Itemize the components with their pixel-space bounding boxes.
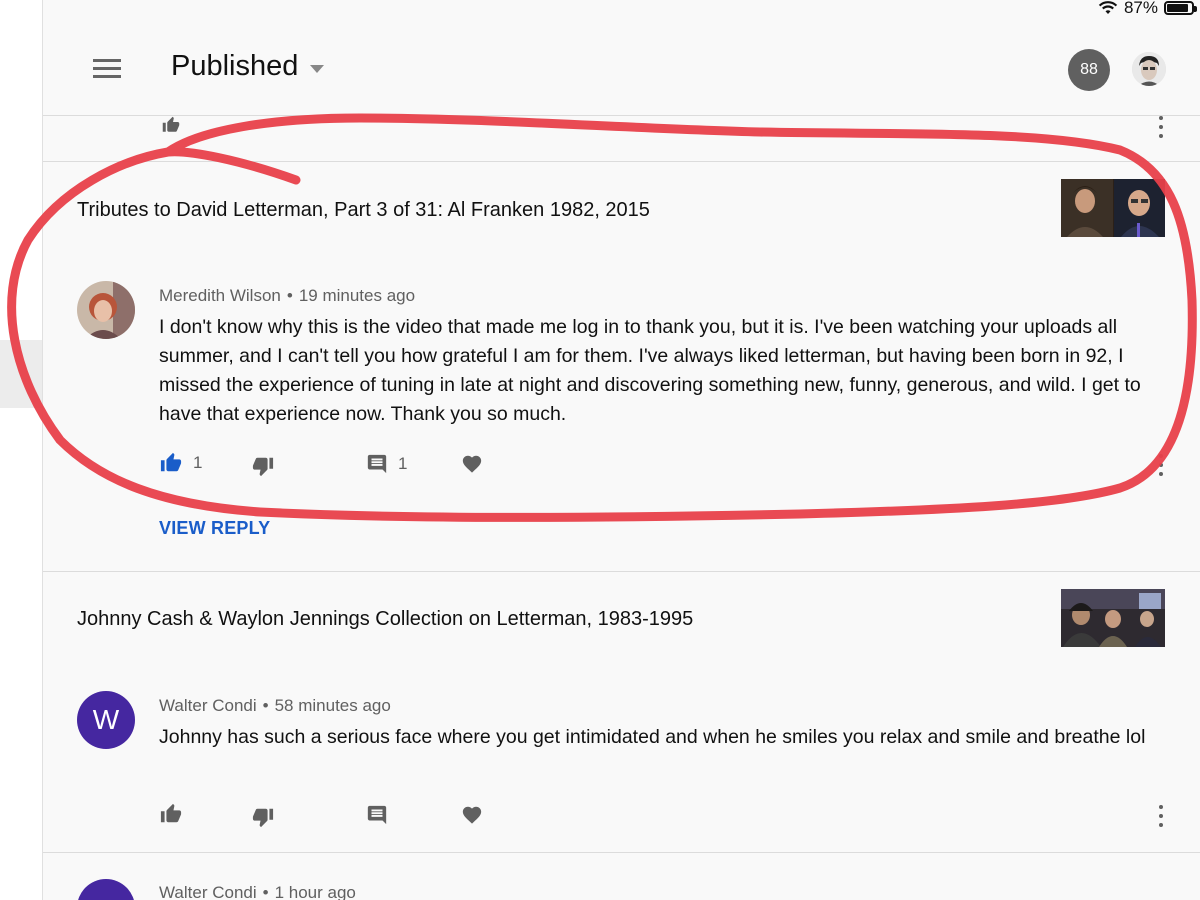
author-name[interactable]: Meredith Wilson [159, 286, 281, 305]
avatar[interactable]: W [77, 691, 135, 749]
comment-card: Walter Condi • 1 hour ago [43, 853, 1200, 900]
separator-dot: • [286, 286, 293, 305]
thumbs-up-icon [160, 803, 182, 823]
filter-dropdown[interactable]: Published [171, 50, 325, 83]
reply-button[interactable] [366, 804, 388, 826]
like-button[interactable] [159, 116, 183, 134]
video-title[interactable]: Johnny Cash & Waylon Jennings Collection… [77, 608, 693, 631]
separator-dot: • [262, 696, 269, 715]
heart-icon [462, 455, 482, 473]
video-thumbnail[interactable] [1061, 179, 1165, 237]
more-vert-icon[interactable] [1156, 805, 1166, 827]
comment-time: 1 hour ago [274, 883, 356, 900]
wifi-icon [1098, 1, 1118, 14]
nav-selected-item[interactable] [0, 340, 42, 408]
app-header: Published 88 [43, 20, 1200, 116]
comment-meta: Meredith Wilson • 19 minutes ago [159, 286, 415, 306]
heart-icon [462, 806, 482, 824]
reply-count: 1 [398, 454, 408, 473]
comment-meta: Walter Condi • 1 hour ago [159, 883, 356, 900]
previous-comment-actions [43, 116, 1200, 162]
thumbs-up-icon [160, 452, 182, 472]
comment-time: 58 minutes ago [274, 696, 391, 715]
reply-button[interactable]: 1 [366, 453, 407, 475]
page-title: Published [171, 50, 299, 82]
battery-percent: 87% [1123, 0, 1158, 17]
avatar[interactable] [77, 281, 135, 339]
separator-dot: • [262, 883, 269, 900]
thumbs-down-icon [252, 808, 274, 828]
status-bar: 87% [1098, 0, 1197, 17]
profile-avatar[interactable] [1132, 52, 1166, 86]
author-name[interactable]: Walter Condi [159, 883, 257, 900]
like-count: 1 [193, 453, 203, 472]
comment-card: Johnny Cash & Waylon Jennings Collection… [43, 572, 1200, 852]
more-vert-icon[interactable] [1156, 116, 1166, 138]
dropdown-caret-icon [310, 64, 325, 73]
thumbs-down-icon [252, 457, 274, 477]
thumbs-up-icon [162, 116, 180, 132]
video-thumbnail[interactable] [1061, 589, 1165, 647]
like-button[interactable]: 1 [159, 452, 202, 474]
heart-button[interactable] [461, 453, 483, 475]
comment-text: Johnny has such a serious face where you… [159, 726, 1146, 748]
like-button[interactable] [159, 803, 183, 825]
comment-actions [159, 803, 1199, 829]
author-name[interactable]: Walter Condi [159, 696, 257, 715]
avatar[interactable] [77, 879, 135, 900]
notification-count-badge[interactable]: 88 [1068, 49, 1110, 91]
main-panel: Published 88 Tributes to David Letterman… [43, 0, 1200, 900]
menu-icon[interactable] [93, 59, 121, 79]
dislike-button[interactable] [251, 455, 275, 477]
left-nav-strip [0, 0, 43, 900]
reply-icon [367, 454, 387, 474]
battery-icon [1164, 1, 1197, 15]
comment-text: I don't know why this is the video that … [159, 316, 1141, 425]
comment-time: 19 minutes ago [298, 286, 416, 305]
comment-meta: Walter Condi • 58 minutes ago [159, 696, 391, 716]
reply-icon [367, 805, 387, 825]
view-reply-link[interactable]: VIEW REPLY [159, 518, 270, 539]
heart-button[interactable] [461, 804, 483, 826]
comment-actions: 1 1 [159, 452, 1199, 478]
more-vert-icon[interactable] [1156, 454, 1166, 476]
video-title[interactable]: Tributes to David Letterman, Part 3 of 3… [77, 199, 650, 222]
dislike-button[interactable] [251, 806, 275, 828]
comment-card: Tributes to David Letterman, Part 3 of 3… [43, 162, 1200, 570]
